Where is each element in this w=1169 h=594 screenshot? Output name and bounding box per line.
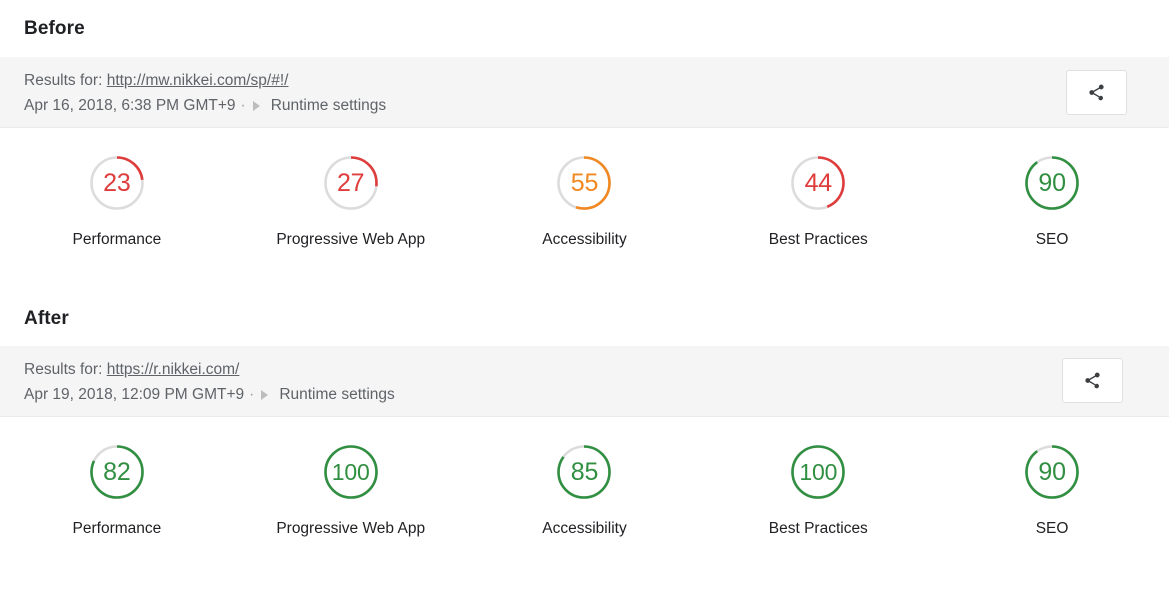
gauge-score-value: 100 [799, 458, 838, 485]
gauge-score-value: 100 [331, 458, 370, 485]
gauge-seo[interactable]: 90 SEO [935, 152, 1169, 249]
gauge-dial: 90 [1021, 152, 1083, 214]
after-report-header: Results for: https://r.nikkei.com/ Apr 1… [0, 346, 1169, 417]
before-report-url-link[interactable]: http://mw.nikkei.com/sp/#!/ [107, 72, 289, 89]
gauge-seo[interactable]: 90 SEO [935, 441, 1169, 538]
before-runtime-settings-toggle[interactable]: Runtime settings [271, 93, 386, 118]
gauge-score-value: 90 [1038, 168, 1066, 197]
before-gauges-row: 23 Performance 27 Progressive Web App 55 Acce… [0, 152, 1169, 249]
share-icon [1089, 84, 1104, 101]
gauge-score-value: 90 [1038, 457, 1066, 486]
gauge-dial: 23 [86, 152, 148, 214]
after-timestamp: Apr 19, 2018, 12:09 PM GMT+9 [24, 386, 245, 404]
gauge-performance[interactable]: 82 Performance [0, 441, 234, 538]
gauge-best-practices[interactable]: 44 Best Practices [701, 152, 935, 249]
after-share-button[interactable] [1062, 358, 1123, 403]
after-gauges-row: 82 Performance 100 Progressive Web App 85 Acc… [0, 441, 1169, 538]
gauge-dial: 44 [787, 152, 849, 214]
before-results-prefix: Results for: [24, 72, 103, 89]
gauge-progressive-web-app[interactable]: 27 Progressive Web App [234, 152, 468, 249]
before-results-line: Results for: http://mw.nikkei.com/sp/#!/ [24, 68, 386, 93]
gauge-score-value: 82 [103, 457, 131, 486]
gauge-label: SEO [1035, 520, 1069, 537]
gauge-dial: 100 [320, 441, 382, 503]
gauge-label: Performance [72, 520, 162, 537]
gauge-label: Accessibility [542, 231, 627, 248]
chevron-right-icon[interactable] [261, 389, 269, 400]
after-results-line: Results for: https://r.nikkei.com/ [24, 357, 395, 382]
before-heading: Before [24, 18, 85, 39]
before-share-button[interactable] [1066, 70, 1127, 115]
gauge-label: Best Practices [768, 231, 868, 248]
after-results-prefix: Results for: [24, 361, 103, 378]
gauge-score-value: 23 [103, 168, 131, 197]
after-timestamp-line: Apr 19, 2018, 12:09 PM GMT+9 · Runtime s… [24, 382, 395, 407]
gauge-dial: 85 [553, 441, 615, 503]
after-runtime-settings-toggle[interactable]: Runtime settings [279, 382, 394, 407]
after-report-meta: Results for: https://r.nikkei.com/ Apr 1… [24, 357, 395, 407]
gauge-dial: 100 [787, 441, 849, 503]
gauge-dial: 82 [86, 441, 148, 503]
share-icon [1085, 372, 1100, 389]
before-report-meta: Results for: http://mw.nikkei.com/sp/#!/… [24, 68, 386, 118]
before-separator: · [240, 97, 246, 115]
gauge-score-value: 85 [570, 457, 599, 486]
gauge-dial: 55 [553, 152, 615, 214]
gauge-dial: 90 [1021, 441, 1083, 503]
before-timestamp-line: Apr 16, 2018, 6:38 PM GMT+9 · Runtime se… [24, 93, 386, 118]
gauge-label: Progressive Web App [276, 520, 426, 537]
after-report-url-link[interactable]: https://r.nikkei.com/ [107, 361, 240, 378]
gauge-dial: 27 [320, 152, 382, 214]
gauge-progressive-web-app[interactable]: 100 Progressive Web App [234, 441, 468, 538]
chevron-right-icon[interactable] [252, 100, 260, 111]
gauge-best-practices[interactable]: 100 Best Practices [701, 441, 935, 538]
gauge-performance[interactable]: 23 Performance [0, 152, 234, 249]
after-heading: After [24, 308, 69, 329]
before-report-header: Results for: http://mw.nikkei.com/sp/#!/… [0, 57, 1169, 128]
gauge-score-value: 55 [570, 168, 599, 197]
gauge-label: SEO [1035, 231, 1069, 248]
after-separator: · [249, 386, 255, 404]
gauge-score-value: 27 [336, 168, 365, 197]
gauge-label: Best Practices [768, 520, 868, 537]
gauge-accessibility[interactable]: 85 Accessibility [468, 441, 702, 538]
gauge-score-value: 44 [804, 168, 833, 197]
gauge-accessibility[interactable]: 55 Accessibility [468, 152, 702, 249]
gauge-label: Progressive Web App [276, 231, 426, 248]
gauge-label: Accessibility [542, 520, 627, 537]
gauge-label: Performance [72, 231, 162, 248]
before-timestamp: Apr 16, 2018, 6:38 PM GMT+9 [24, 97, 236, 115]
